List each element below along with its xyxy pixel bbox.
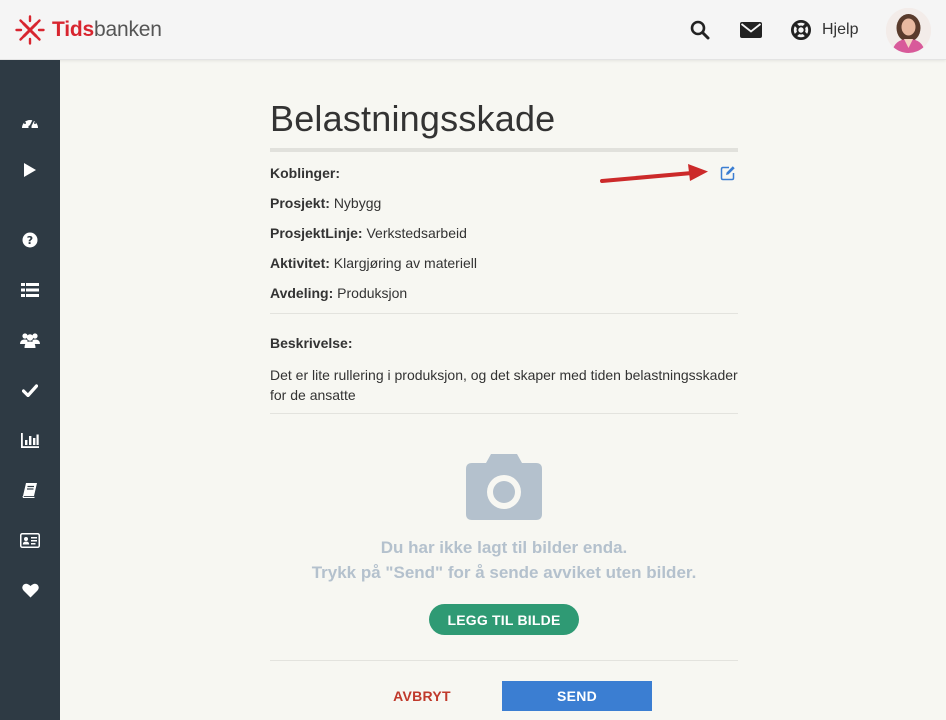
dashboard-icon: [22, 118, 38, 129]
logo-text-part1: Tids: [52, 18, 94, 41]
users-icon: [20, 333, 40, 348]
description-heading: Beskrivelse:: [270, 335, 353, 351]
bar-chart-icon: [21, 432, 39, 448]
field-project-label: Prosjekt:: [270, 195, 330, 211]
field-project-line-label: ProsjektLinje:: [270, 225, 363, 241]
links-heading: Koblinger:: [270, 165, 340, 181]
sidebar-item-list[interactable]: [0, 272, 60, 308]
sidebar: ?: [0, 60, 60, 720]
heart-icon: [21, 583, 39, 597]
section-divider: [270, 313, 738, 314]
send-without-images-hint: Trykk på "Send" for å sende avviket uten…: [311, 563, 697, 582]
field-project-line-value: Verkstedsarbeid: [366, 225, 467, 241]
field-activity: Aktivitet: Klargjøring av materiell: [270, 255, 477, 271]
annotation-arrow-icon: [600, 164, 708, 183]
logo[interactable]: Tidsbanken: [14, 14, 162, 46]
page-title: Belastningsskade: [270, 98, 556, 139]
field-department-value: Produksjon: [337, 285, 408, 301]
list-icon: [21, 283, 39, 297]
field-department-label: Avdeling:: [270, 285, 334, 301]
sidebar-item-handbook[interactable]: [0, 472, 60, 508]
links-label: Koblinger:: [270, 165, 340, 181]
avatar[interactable]: [886, 8, 931, 53]
sidebar-item-start[interactable]: [0, 152, 60, 188]
sidebar-item-dashboard[interactable]: [0, 104, 60, 140]
field-activity-value: Klargjøring av materiell: [333, 255, 477, 271]
send-button[interactable]: SEND: [502, 681, 652, 711]
field-activity-label: Aktivitet:: [270, 255, 330, 271]
logo-text: Tidsbanken: [52, 18, 162, 42]
field-department: Avdeling: Produksjon: [270, 285, 407, 301]
envelope-icon: [740, 22, 762, 38]
search-icon: [690, 20, 710, 40]
messages-button[interactable]: [740, 19, 762, 41]
sidebar-item-reports[interactable]: [0, 422, 60, 458]
no-images-message: Du har ikke lagt til bilder enda.: [380, 538, 628, 557]
lifebuoy-icon: [790, 19, 812, 41]
footer-divider: [270, 660, 738, 661]
logo-text-part2: banken: [94, 18, 162, 41]
cancel-button[interactable]: AVBRYT: [374, 684, 470, 708]
help-button[interactable]: Hjelp: [790, 18, 858, 42]
search-button[interactable]: [689, 19, 711, 41]
add-image-button[interactable]: LEGG TIL BILDE: [429, 604, 579, 635]
sidebar-item-approve[interactable]: [0, 372, 60, 408]
field-project-value: Nybygg: [333, 195, 382, 211]
book-icon: [22, 483, 37, 498]
field-project: Prosjekt: Nybygg: [270, 195, 381, 211]
check-icon: [22, 383, 38, 397]
id-card-icon: [20, 532, 40, 548]
field-project-line: ProsjektLinje: Verkstedsarbeid: [270, 225, 467, 241]
description-text: Det er lite rullering i produksjon, og d…: [270, 367, 738, 403]
svg-text:?: ?: [27, 234, 33, 247]
tidsbanken-logo-icon: [15, 15, 45, 45]
question-icon: ?: [22, 232, 38, 248]
camera-icon: [466, 454, 542, 520]
edit-links-button[interactable]: [720, 165, 736, 181]
user-avatar-image: [886, 8, 931, 53]
sidebar-item-employee-card[interactable]: [0, 522, 60, 558]
top-bar: Tidsbanken Hjelp: [0, 0, 946, 60]
sidebar-item-help[interactable]: ?: [0, 222, 60, 258]
sidebar-item-users[interactable]: [0, 322, 60, 358]
help-label: Hjelp: [822, 21, 859, 38]
title-divider: [270, 148, 738, 152]
sidebar-item-health[interactable]: [0, 572, 60, 608]
edit-icon: [720, 166, 735, 181]
play-icon: [24, 163, 36, 177]
description-label: Beskrivelse:: [270, 335, 353, 351]
section-divider: [270, 413, 738, 414]
